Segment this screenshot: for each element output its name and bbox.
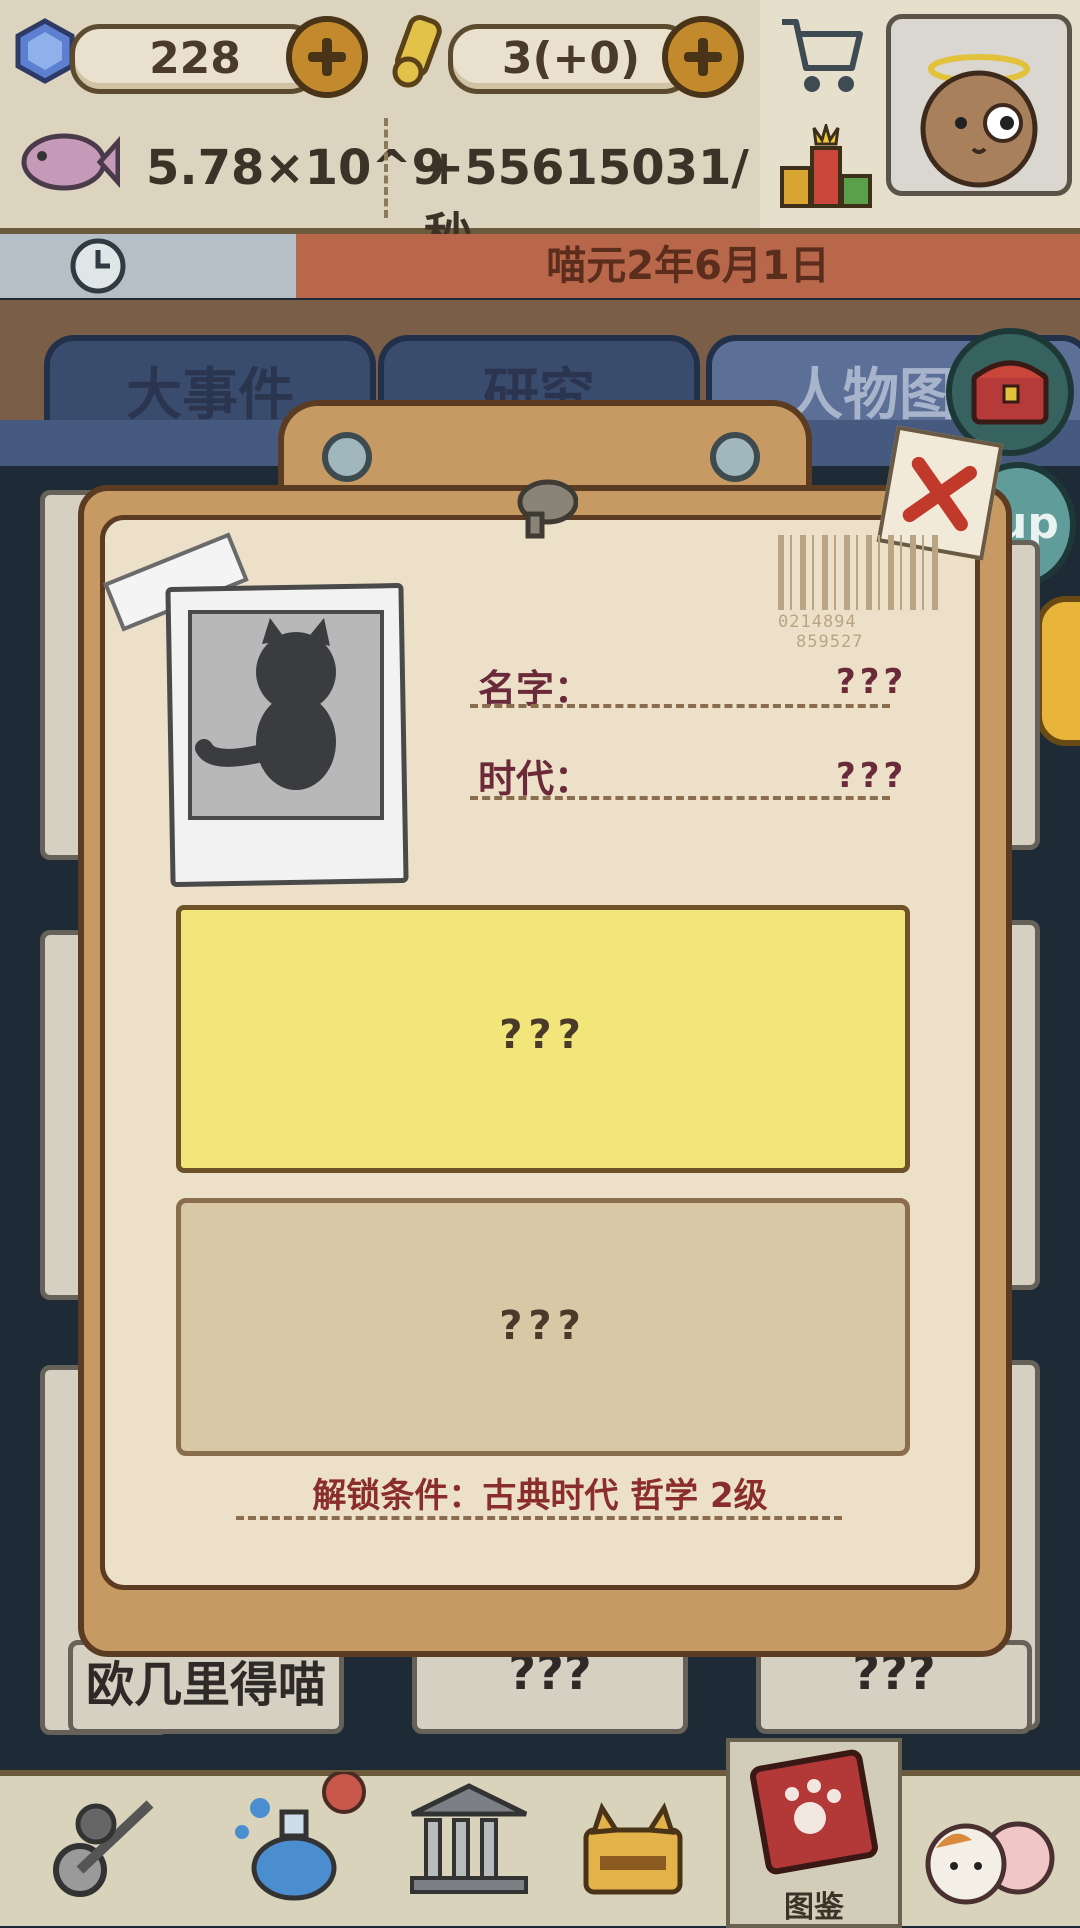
barcode-number: 0214894 859527 xyxy=(778,612,944,652)
ranking-podium-icon[interactable] xyxy=(778,120,874,210)
nav-encyclopedia[interactable]: 图鉴 xyxy=(726,1738,902,1928)
add-scrolls-button[interactable] xyxy=(662,16,744,98)
potion-icon[interactable] xyxy=(226,1770,370,1904)
player-avatar[interactable] xyxy=(886,14,1072,196)
shop-cart-icon[interactable] xyxy=(776,12,866,96)
name-value: ??? xyxy=(836,662,908,702)
gem-counter: 228 xyxy=(70,24,320,94)
unlock-underline xyxy=(236,1516,842,1520)
rivet-icon xyxy=(710,432,760,482)
detail-box: ??? xyxy=(176,1198,910,1456)
unlock-condition: 解锁条件：古典时代 哲学 2级 xyxy=(312,1476,768,1516)
cats-icon[interactable] xyxy=(914,1800,1064,1910)
fish-total: 5.78×10^9 xyxy=(146,140,446,196)
barcode-left: 0214894 xyxy=(778,612,857,632)
scroll-count: 3(+0) xyxy=(501,33,641,84)
gem-icon xyxy=(12,18,78,84)
date-bar-progress xyxy=(0,234,296,298)
add-gems-button[interactable] xyxy=(286,16,368,98)
era-value: ??? xyxy=(836,756,908,796)
museum-icon[interactable] xyxy=(402,1780,536,1900)
description-text: ??? xyxy=(499,1012,587,1058)
catapult-icon[interactable] xyxy=(40,1784,170,1904)
cat-treasure-icon[interactable] xyxy=(570,1800,696,1900)
barcode-right: 859527 xyxy=(796,632,864,652)
pushpin-icon xyxy=(508,476,579,546)
barcode xyxy=(778,535,940,610)
encyclopedia-book-icon xyxy=(750,1749,878,1875)
rivet-icon xyxy=(322,432,372,482)
fish-icon xyxy=(16,120,121,204)
character-silhouette xyxy=(188,610,384,820)
era-underline xyxy=(470,796,890,800)
current-date: 喵元2年6月1日 xyxy=(546,243,830,289)
coin-icon[interactable] xyxy=(1036,596,1080,746)
description-box: ??? xyxy=(176,905,910,1173)
stat-divider xyxy=(384,118,388,218)
era-label: 时代： xyxy=(478,757,593,801)
scroll-counter: 3(+0) xyxy=(448,24,694,94)
detail-text: ??? xyxy=(499,1303,587,1349)
name-underline xyxy=(470,704,890,708)
gem-count: 228 xyxy=(149,33,241,84)
clock-icon xyxy=(68,236,128,296)
tab-events-label: 大事件 xyxy=(126,363,294,428)
nav-encyclopedia-label: 图鉴 xyxy=(784,1890,844,1925)
